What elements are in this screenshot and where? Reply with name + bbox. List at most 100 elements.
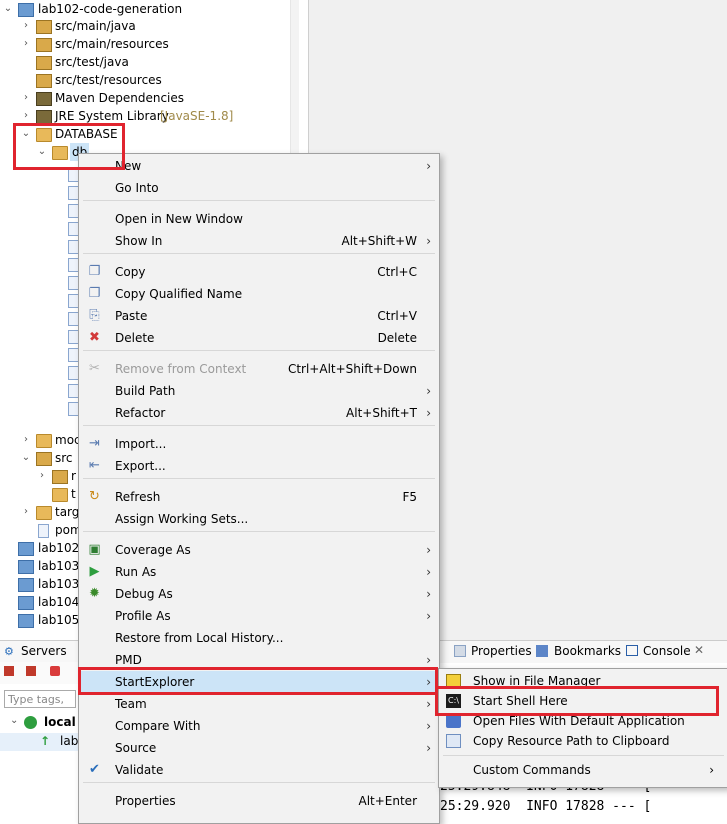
chevron-down-icon[interactable]: ⌄ — [20, 449, 32, 467]
menu-item-label: Coverage As — [115, 543, 191, 557]
menu-item-label: Debug As — [115, 587, 173, 601]
menu-item-label: Run As — [115, 565, 157, 579]
menu-item-open-in-new-window[interactable]: Open in New Window — [79, 208, 439, 230]
menu-item-delete[interactable]: ✖ Delete Delete — [79, 327, 439, 349]
menu-item-shortcut: Ctrl+V — [377, 309, 417, 323]
highlight-start-shell-item — [435, 686, 719, 716]
menu-item-properties[interactable]: Properties Alt+Enter — [79, 790, 439, 812]
menu-item-copy-resource-path[interactable]: Copy Resource Path to Clipboard — [439, 731, 727, 751]
menu-item-team[interactable]: Team › — [79, 693, 439, 715]
stop-server-icon[interactable] — [50, 666, 60, 676]
tree-item-label: lab104 — [38, 595, 80, 609]
menu-item-restore-from-local-history[interactable]: Restore from Local History... — [79, 627, 439, 649]
folder-icon — [36, 434, 52, 448]
menu-item-copy[interactable]: ❐ Copy Ctrl+C — [79, 261, 439, 283]
menu-item-label: Restore from Local History... — [115, 631, 284, 645]
tree-item-label: Maven Dependencies — [55, 91, 185, 105]
menu-item-new[interactable]: New › — [79, 155, 439, 177]
menu-item-validate[interactable]: ✔ Validate — [79, 759, 439, 781]
menu-item-label: Profile As — [115, 609, 171, 623]
menu-item-label: Copy — [115, 265, 146, 279]
menu-item-label: Paste — [115, 309, 148, 323]
menu-separator — [83, 478, 435, 479]
tree-item-label: lab103 — [38, 577, 80, 591]
tab-console[interactable]: Console — [643, 644, 691, 658]
filter-input[interactable]: Type tags, pr — [4, 690, 76, 708]
menu-item-label: Delete — [115, 331, 155, 345]
menu-separator — [83, 253, 435, 254]
copy-qualified-icon: ❐ — [88, 286, 101, 301]
start-server-icon[interactable] — [4, 666, 14, 676]
chevron-right-icon[interactable]: › — [20, 89, 32, 107]
tree-item-label: targ — [55, 505, 80, 519]
delete-icon: ✖ — [89, 330, 100, 345]
menu-item-assign-working-sets[interactable]: Assign Working Sets... — [79, 508, 439, 530]
chevron-right-icon[interactable]: › — [36, 467, 48, 485]
menu-item-label: Copy Qualified Name — [115, 287, 243, 301]
menu-item-refresh[interactable]: ↻ Refresh F5 — [79, 486, 439, 508]
menu-item-refactor[interactable]: Refactor Alt+Shift+T › — [79, 402, 439, 424]
menu-separator — [83, 425, 435, 426]
coverage-icon: ▣ — [88, 542, 101, 557]
tab-properties[interactable]: Properties — [471, 644, 532, 658]
server-running-icon — [24, 716, 37, 729]
menu-item-profile-as[interactable]: Profile As › — [79, 605, 439, 627]
chevron-right-icon: › — [426, 234, 431, 248]
console-tab-bar: Properties Bookmarks Console ✕ — [438, 640, 727, 663]
menu-item-coverage-as[interactable]: ▣ Coverage As › — [79, 539, 439, 561]
chevron-right-icon: › — [426, 587, 431, 601]
folder-icon — [52, 488, 68, 502]
chevron-right-icon[interactable]: › — [20, 17, 32, 35]
project-icon — [18, 560, 34, 574]
menu-item-go-into[interactable]: Go Into — [79, 177, 439, 199]
chevron-right-icon[interactable]: › — [20, 35, 32, 53]
menu-item-show-in[interactable]: Show In Alt+Shift+W › — [79, 230, 439, 252]
menu-item-label: Assign Working Sets... — [115, 512, 249, 526]
menu-separator — [443, 755, 724, 756]
jre-version-label: [JavaSE-1.8] — [160, 109, 234, 123]
copy-path-icon — [446, 734, 461, 748]
tab-bookmarks[interactable]: Bookmarks — [554, 644, 621, 658]
source-folder-icon — [36, 20, 52, 34]
chevron-right-icon: › — [426, 741, 431, 755]
close-icon[interactable]: ✕ — [694, 643, 704, 657]
server-module-item[interactable]: ↑ lab — [0, 733, 80, 751]
menu-separator — [83, 350, 435, 351]
open-default-icon — [446, 714, 461, 728]
servers-toolbar — [0, 662, 80, 684]
maven-project-icon — [18, 3, 34, 17]
menu-item-label: Custom Commands — [473, 763, 591, 777]
servers-tab[interactable]: Servers — [21, 644, 67, 658]
chevron-right-icon[interactable]: › — [20, 503, 32, 521]
tree-item-label: lab102-code-generation — [38, 2, 183, 16]
menu-item-run-as[interactable]: ▶ Run As › — [79, 561, 439, 583]
menu-item-debug-as[interactable]: ✹ Debug As › — [79, 583, 439, 605]
project-icon — [18, 542, 34, 556]
chevron-down-icon[interactable]: ⌄ — [10, 715, 18, 726]
menu-item-copy-qualified-name[interactable]: ❐ Copy Qualified Name — [79, 283, 439, 305]
project-icon — [18, 596, 34, 610]
menu-item-build-path[interactable]: Build Path › — [79, 380, 439, 402]
server-item[interactable]: ⌄ local — [0, 714, 80, 732]
chevron-right-icon[interactable]: › — [20, 431, 32, 449]
menu-item-shortcut: F5 — [402, 490, 417, 504]
menu-item-shortcut: Alt+Enter — [358, 794, 417, 808]
menu-item-label: Properties — [115, 794, 176, 808]
tree-item-label: src/test/java — [55, 55, 129, 69]
menu-item-remove-from-context: ✂ Remove from Context Ctrl+Alt+Shift+Down — [79, 358, 439, 380]
chevron-right-icon: › — [426, 609, 431, 623]
menu-item-custom-commands[interactable]: Custom Commands › — [439, 760, 727, 780]
menu-item-import[interactable]: ⇥ Import... — [79, 433, 439, 455]
tree-item-label: src — [55, 451, 73, 465]
menu-item-label: Remove from Context — [115, 362, 247, 376]
menu-item-paste[interactable]: ⎘ Paste Ctrl+V — [79, 305, 439, 327]
source-folder-icon — [36, 74, 52, 88]
import-icon: ⇥ — [89, 436, 100, 451]
chevron-down-icon[interactable]: ⌄ — [2, 0, 14, 18]
export-icon: ⇤ — [89, 458, 100, 473]
menu-item-compare-with[interactable]: Compare With › — [79, 715, 439, 737]
refresh-icon: ↻ — [89, 489, 100, 504]
debug-server-icon[interactable] — [26, 666, 36, 676]
menu-item-export[interactable]: ⇤ Export... — [79, 455, 439, 477]
menu-item-source[interactable]: Source › — [79, 737, 439, 759]
